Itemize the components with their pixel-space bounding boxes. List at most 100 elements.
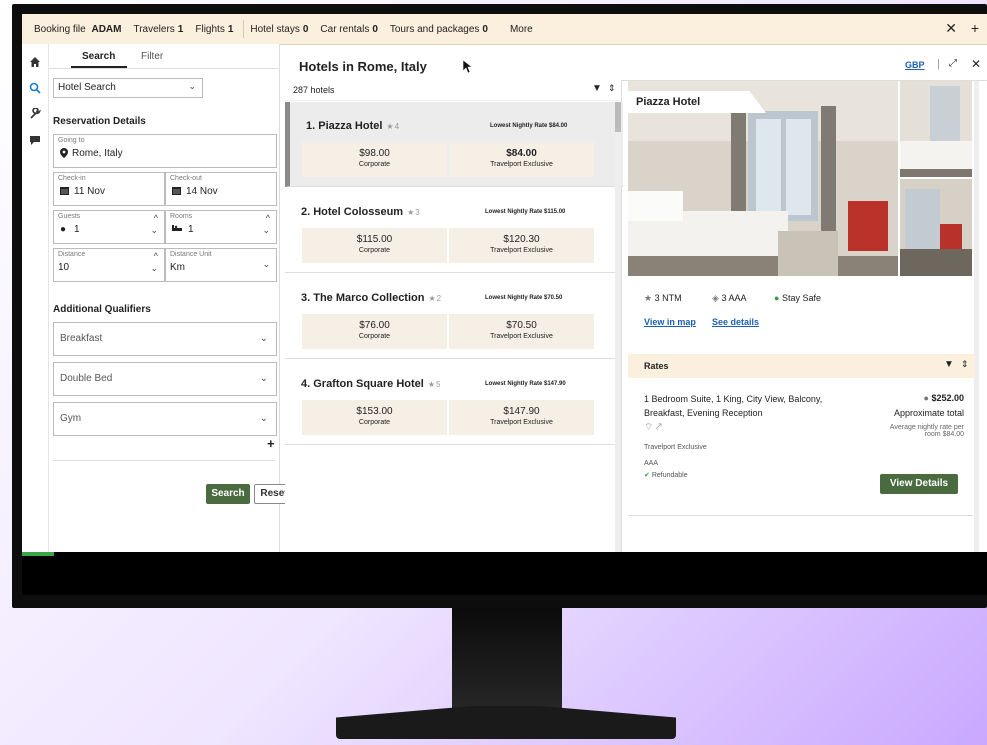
star-icon: ★	[407, 208, 415, 217]
distance-unit-select[interactable]: Distance Unit Km ⌄	[165, 248, 277, 282]
rate-price-value: $252.00	[931, 393, 964, 403]
tab-travelers[interactable]: Travelers 1	[133, 24, 183, 35]
booking-file-tab[interactable]: Booking file ADAM	[34, 24, 121, 35]
add-qualifier-icon[interactable]: +	[267, 436, 275, 451]
chat-icon[interactable]	[28, 134, 42, 148]
close-icon[interactable]: ✕	[971, 57, 981, 71]
checkout-field[interactable]: Check-out 14 Nov	[165, 172, 277, 206]
rate-corporate[interactable]: $76.00 Corporate	[302, 314, 447, 349]
view-details-button[interactable]: View Details	[880, 474, 958, 494]
chevron-down-icon: ⌄	[259, 333, 268, 344]
info-icon: ●	[923, 393, 929, 403]
chevron-down-icon[interactable]: ⌄	[150, 225, 158, 236]
wrench-icon[interactable]	[28, 107, 42, 122]
ntm-value: 3 NTM	[654, 293, 682, 303]
star-icon: ★	[427, 380, 436, 389]
going-to-value: Rome, Italy	[72, 148, 123, 159]
additional-qualifiers-title: Additional Qualifiers	[53, 304, 151, 315]
rate-exclusive[interactable]: $147.90 Travelport Exclusive	[449, 400, 594, 435]
hotel-card[interactable]: 2. Hotel Colosseum ★3 Lowest Nightly Rate…	[285, 188, 618, 273]
divider	[628, 515, 973, 516]
stay-safe-badge: ● Stay Safe	[774, 293, 821, 303]
chevron-up-icon[interactable]: ^	[154, 213, 158, 223]
filter-icon[interactable]: ▼	[944, 359, 954, 370]
currency-link[interactable]: GBP	[905, 60, 925, 70]
chevron-down-icon[interactable]: ⌄	[262, 225, 270, 236]
stay-safe-text: Stay Safe	[781, 293, 821, 303]
guests-value: 1	[74, 224, 80, 235]
sort-icon[interactable]: ⇕	[608, 83, 616, 94]
rate-price: $120.30	[503, 234, 540, 245]
view-in-map-link[interactable]: View in map	[644, 317, 696, 327]
rooms-value: 1	[188, 224, 194, 235]
chevron-up-icon[interactable]: ^	[266, 213, 270, 223]
going-to-label: Going to	[58, 137, 85, 144]
home-icon[interactable]	[28, 56, 42, 70]
results-scrollbar[interactable]	[615, 102, 621, 552]
qualifier-gym-select[interactable]: Gym ⌄	[53, 402, 277, 436]
screen-progress-indicator	[22, 552, 54, 556]
tab-label: Tours and packages	[389, 23, 480, 35]
tab-hotel-stays[interactable]: Hotel stays 0	[250, 24, 308, 35]
guests-stepper[interactable]: Guests ● 1 ^ ⌄	[53, 210, 165, 244]
booking-tab-bar: Booking file ADAM Travelers 1 Flights 1 Ho…	[22, 14, 987, 45]
rate-label: Travelport Exclusive	[490, 333, 553, 340]
rate-corporate[interactable]: $115.00 Corporate	[302, 228, 447, 263]
see-details-link[interactable]: See details	[712, 317, 759, 327]
search-icon[interactable]	[28, 82, 42, 96]
checkin-value: 11 Nov	[74, 186, 105, 197]
aaa-value: 3 AAA	[721, 293, 747, 303]
rate-exclusive[interactable]: $70.50 Travelport Exclusive	[449, 314, 594, 349]
rooms-stepper[interactable]: Rooms 1 ^ ⌄	[165, 210, 277, 244]
lowest-rate: Lowest Nightly Rate $84.00	[490, 123, 568, 129]
chevron-down-icon[interactable]: ⌄	[150, 263, 158, 274]
expand-icon[interactable]: ⤢	[949, 58, 957, 69]
search-button[interactable]: Search	[206, 484, 250, 504]
rate-corporate[interactable]: $153.00 Corporate	[302, 400, 447, 435]
distance-stepper[interactable]: Distance 10 ^ ⌄	[53, 248, 165, 282]
lowest-rate: Lowest Nightly Rate $147.90	[485, 381, 566, 387]
chevron-up-icon[interactable]: ^	[154, 251, 158, 261]
filter-icon[interactable]: ▼	[592, 83, 602, 94]
distance-unit-label: Distance Unit	[170, 251, 212, 258]
chevron-down-icon: ⌄	[262, 259, 270, 269]
rate-label: Travelport Exclusive	[490, 247, 553, 254]
add-icon[interactable]: +	[971, 20, 979, 36]
close-icon[interactable]: ✕	[945, 20, 957, 36]
app-screen: Booking file ADAM Travelers 1 Flights 1 Ho…	[22, 14, 987, 552]
rate-price: $115.00	[356, 234, 393, 245]
tab-filter[interactable]: Filter	[141, 51, 163, 62]
search-type-select[interactable]: Hotel Search ⌄	[53, 78, 203, 98]
going-to-field[interactable]: Going to Rome, Italy	[53, 134, 277, 168]
tab-count: 0	[482, 23, 488, 35]
results-count: 287 hotels	[293, 85, 335, 95]
qualifier-breakfast-select[interactable]: Breakfast ⌄	[53, 322, 277, 356]
rate-average: Average nightly rate per room $84.00	[889, 424, 964, 438]
divider	[53, 460, 275, 461]
tab-more[interactable]: More	[510, 24, 533, 35]
tab-search[interactable]: Search	[82, 51, 115, 62]
hotel-card[interactable]: 3. The Marco Collection ★2 Lowest Nightly…	[285, 274, 618, 359]
checkin-label: Check-in	[58, 175, 86, 182]
hotel-thumbnail[interactable]	[900, 81, 972, 177]
tab-label: Flights	[195, 23, 225, 35]
tab-flights[interactable]: Flights 1	[195, 24, 233, 35]
sort-icon[interactable]: ⇕	[961, 359, 969, 370]
hotel-main-photo[interactable]: Piazza Hotel	[628, 81, 898, 276]
hotel-card[interactable]: 4. Grafton Square Hotel ★5 Lowest Nightly…	[285, 360, 618, 445]
rate-price: $153.00	[356, 406, 393, 417]
qualifier-value: Double Bed	[60, 373, 113, 384]
hotel-card[interactable]: 1. Piazza Hotel ★4 Lowest Nightly Rate $8…	[285, 102, 623, 187]
hotel-thumbnail[interactable]	[900, 179, 972, 276]
hotel-stars: 5	[436, 380, 441, 389]
scrollbar-thumb[interactable]	[615, 102, 621, 132]
tab-tours-packages[interactable]: Tours and packages 0	[390, 24, 488, 35]
tab-car-rentals[interactable]: Car rentals 0	[320, 24, 377, 35]
rate-exclusive[interactable]: $84.00 Travelport Exclusive	[449, 142, 594, 177]
detail-scrollbar[interactable]	[974, 81, 979, 552]
rate-exclusive[interactable]: $120.30 Travelport Exclusive	[449, 228, 594, 263]
checkin-field[interactable]: Check-in 11 Nov	[53, 172, 165, 206]
qualifier-double-bed-select[interactable]: Double Bed ⌄	[53, 362, 277, 396]
rate-corporate[interactable]: $98.00 Corporate	[302, 142, 447, 177]
rate-price: $98.00	[359, 148, 390, 159]
